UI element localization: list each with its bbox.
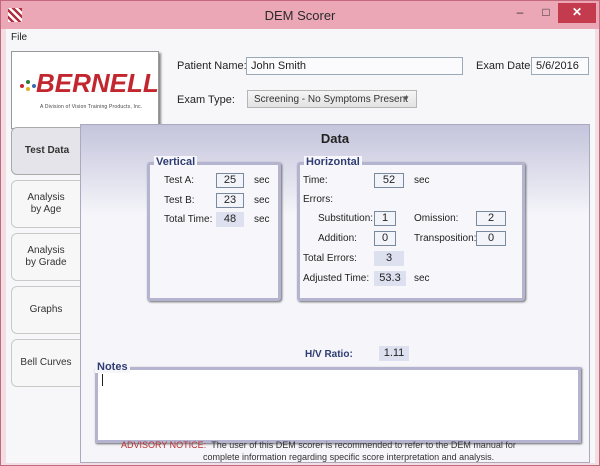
substitution-label: Substitution: — [318, 213, 374, 224]
test-a-unit: sec — [254, 175, 270, 186]
errors-label: Errors: — [303, 194, 333, 205]
maximize-button[interactable]: □ — [534, 3, 558, 23]
bernell-logo: BERNELL A Division of Vision Training Pr… — [11, 51, 159, 129]
test-a-label: Test A: — [164, 175, 195, 186]
notes-textarea[interactable] — [95, 367, 581, 443]
omission-input[interactable]: 2 — [476, 211, 506, 226]
minimize-button[interactable]: – — [508, 3, 532, 23]
app-window: DEM Scorer – □ ✕ File BERNELL A Division… — [0, 0, 600, 466]
close-button[interactable]: ✕ — [558, 3, 596, 23]
adjusted-time-label: Adjusted Time: — [303, 273, 370, 284]
time-unit: sec — [414, 175, 430, 186]
patient-name-input[interactable]: John Smith — [246, 57, 463, 75]
adjusted-time-value: 53.3 — [374, 271, 406, 286]
test-a-input[interactable]: 25 — [216, 173, 244, 188]
tab-label: Analysis by Grade — [25, 245, 67, 268]
horizontal-group: Horizontal Time: 52 sec Errors: Substitu… — [297, 156, 525, 301]
exam-date-label: Exam Date: — [476, 60, 534, 72]
tab-graphs[interactable]: Graphs — [11, 286, 81, 334]
menu-bar: File — [6, 29, 595, 45]
exam-type-value: Screening - No Symptoms Present — [254, 94, 408, 105]
vertical-title: Vertical — [154, 156, 198, 168]
client-area: File BERNELL A Division of Vision Traini… — [6, 29, 595, 463]
total-time-label: Total Time: — [164, 214, 213, 225]
hv-ratio-label: H/V Ratio: — [305, 349, 353, 360]
patient-name-label: Patient Name: — [177, 60, 247, 72]
hv-ratio-value: 1.11 — [379, 346, 409, 361]
advisory-notice: ADVISORY NOTICE: The user of this DEM sc… — [121, 439, 561, 463]
data-panel: Data Vertical Test A: 25 sec Test B: 23 … — [80, 124, 590, 463]
tab-label: Analysis by Age — [27, 192, 65, 215]
logo-tagline: A Division of Vision Training Products, … — [40, 104, 143, 110]
total-errors-value: 3 — [374, 251, 404, 266]
adjusted-time-unit: sec — [414, 273, 430, 284]
substitution-input[interactable]: 1 — [374, 211, 396, 226]
time-input[interactable]: 52 — [374, 173, 404, 188]
tab-label: Test Data — [24, 145, 70, 156]
exam-date-input[interactable]: 5/6/2016 — [531, 57, 589, 75]
addition-input[interactable]: 0 — [374, 231, 396, 246]
addition-label: Addition: — [318, 233, 357, 244]
menu-file[interactable]: File — [11, 32, 27, 43]
advisory-line-1: The user of this DEM scorer is recommend… — [211, 440, 516, 450]
tab-analysis-by-grade[interactable]: Analysis by Grade — [11, 233, 81, 281]
logo-dots-icon — [20, 78, 36, 94]
panel-title: Data — [320, 131, 350, 146]
exam-type-select[interactable]: Screening - No Symptoms Present ▼ — [247, 90, 417, 108]
horizontal-title: Horizontal — [304, 156, 362, 168]
transposition-input[interactable]: 0 — [476, 231, 506, 246]
advisory-tag: ADVISORY NOTICE: — [121, 440, 207, 450]
notes-title: Notes — [95, 361, 130, 373]
tab-test-data[interactable]: Test Data — [11, 127, 83, 175]
tab-bell-curves[interactable]: Bell Curves — [11, 339, 81, 387]
advisory-line-2: complete information regarding specific … — [203, 452, 495, 462]
total-time-value: 48 — [216, 212, 244, 227]
exam-type-label: Exam Type: — [177, 94, 235, 106]
logo-brand: BERNELL — [36, 68, 159, 98]
title-bar[interactable]: DEM Scorer – □ ✕ — [1, 1, 599, 29]
test-b-label: Test B: — [164, 195, 195, 206]
total-time-unit: sec — [254, 214, 270, 225]
tab-label: Graphs — [29, 304, 63, 315]
time-label: Time: — [303, 175, 328, 186]
omission-label: Omission: — [414, 213, 459, 224]
test-b-unit: sec — [254, 195, 270, 206]
chevron-down-icon: ▼ — [402, 94, 410, 103]
tab-analysis-by-age[interactable]: Analysis by Age — [11, 180, 81, 228]
test-b-input[interactable]: 23 — [216, 193, 244, 208]
tab-label: Bell Curves — [20, 357, 72, 368]
total-errors-label: Total Errors: — [303, 253, 357, 264]
vertical-group: Vertical Test A: 25 sec Test B: 23 sec T… — [147, 156, 281, 301]
transposition-label: Transposition: — [414, 233, 477, 244]
text-cursor — [102, 374, 103, 386]
